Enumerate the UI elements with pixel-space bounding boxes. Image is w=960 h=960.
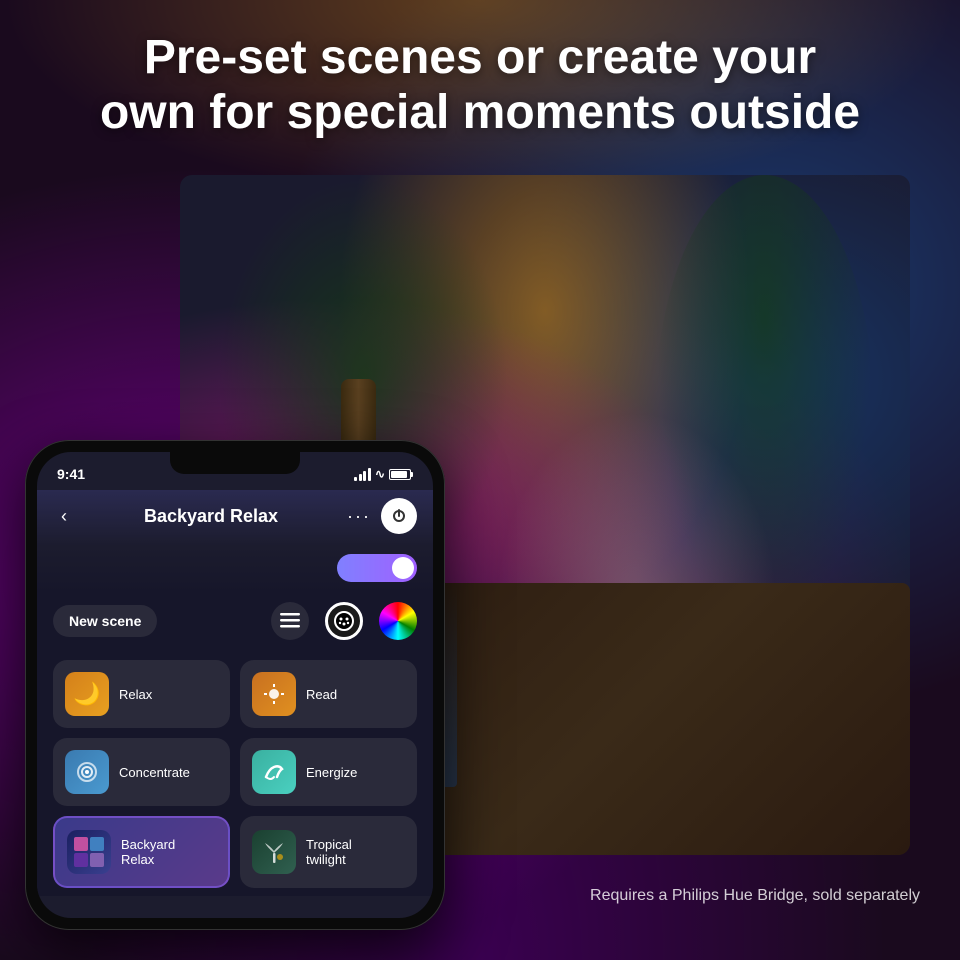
toolbar: New scene [37,594,433,652]
palette-icon [333,610,355,632]
scene-concentrate[interactable]: Concentrate [53,738,230,806]
battery-icon [389,469,413,480]
scene-tropical[interactable]: Tropical twilight [240,816,417,888]
page-title: Pre-set scenes or create your own for sp… [0,30,960,140]
phone-mockup: 9:41 ∿ [25,440,445,930]
list-view-button[interactable] [271,602,309,640]
status-icons: ∿ [354,467,413,481]
toggle-switch[interactable] [337,554,417,582]
tropical-label: Tropical twilight [306,837,352,867]
phone-notch [170,452,300,474]
nav-title: Backyard Relax [144,506,278,527]
scene-backyard[interactable]: Backyard Relax [53,816,230,888]
backyard-label: Backyard Relax [121,837,175,867]
read-label: Read [306,687,337,702]
energize-label: Energize [306,765,357,780]
list-icon [280,613,300,629]
read-icon-svg [262,682,286,706]
scene-read[interactable]: Read [240,660,417,728]
toggle-thumb [392,557,414,579]
toolbar-icons [271,602,417,640]
relax-label: Relax [119,687,152,702]
header: Pre-set scenes or create your own for sp… [0,30,960,140]
concentrate-icon [65,750,109,794]
wifi-icon: ∿ [375,467,385,481]
power-button[interactable] [381,498,417,534]
footer-note: Requires a Philips Hue Bridge, sold sepa… [590,887,920,905]
palette-button[interactable] [325,602,363,640]
relax-icon: 🌙 [65,672,109,716]
power-icon [391,508,407,524]
color-wheel-button[interactable] [379,602,417,640]
toggle-area [37,546,433,594]
tropical-icon-svg [261,839,287,865]
phone-screen: 9:41 ∿ [37,452,433,918]
concentrate-label: Concentrate [119,765,190,780]
nav-right: ··· [347,498,417,534]
scene-grid: 🌙 Relax Read [37,652,433,896]
energize-icon [252,750,296,794]
concentrate-icon-svg [74,759,100,785]
scene-energize[interactable]: Energize [240,738,417,806]
more-options-button[interactable]: ··· [347,506,371,527]
signal-icon [354,468,371,481]
back-button[interactable]: ‹ [53,502,75,531]
read-icon [252,672,296,716]
status-time: 9:41 [57,466,85,482]
backyard-icon [67,830,111,874]
tropical-icon [252,830,296,874]
energize-icon-svg [261,759,287,785]
new-scene-button[interactable]: New scene [53,605,157,637]
scene-relax[interactable]: 🌙 Relax [53,660,230,728]
nav-header: ‹ Backyard Relax ··· [37,490,433,546]
